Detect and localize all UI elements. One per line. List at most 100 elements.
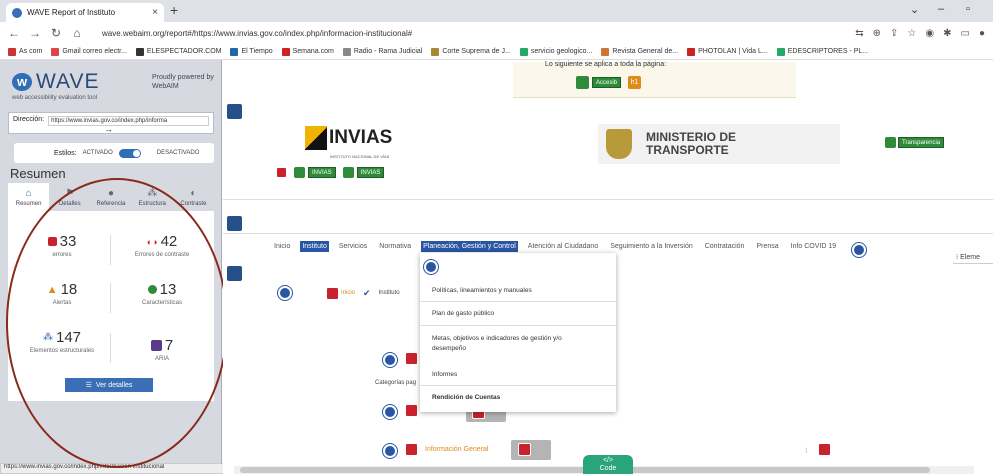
styles-off: DESACTIVADO [156, 150, 200, 156]
submenu-item-1[interactable]: Plan de gasto público [432, 310, 607, 317]
error-icon[interactable] [405, 404, 418, 417]
star-icon[interactable]: ☆ [907, 28, 916, 39]
banner-button-0[interactable]: Accesib [592, 77, 622, 88]
submenu-item-2[interactable]: Metas, objetivos e indicadores de gestió… [432, 334, 597, 354]
code-tab[interactable]: </> Code [583, 455, 633, 474]
left-label: Categorías pag [375, 380, 417, 386]
summary-heading: Resumen [10, 166, 66, 181]
bookmark-10[interactable]: EDESCRIPTORES - PL... [776, 47, 868, 56]
bookmark-2[interactable]: ELESPECTADOR.COM [135, 47, 221, 56]
minimize-icon[interactable]: – [938, 3, 944, 15]
bookmark-3[interactable]: El Tiempo [230, 47, 273, 56]
maximize-icon[interactable]: ▫ [966, 3, 970, 15]
bookmark-0[interactable]: As com [8, 47, 42, 56]
new-tab-icon[interactable]: + [170, 2, 178, 18]
wave-extension-icon[interactable]: ◉ [925, 28, 934, 39]
bookmark-8[interactable]: Revista General de... [601, 47, 678, 56]
coat-of-arms-icon [606, 129, 632, 159]
tab-title: WAVE Report of Instituto [27, 8, 116, 17]
invias-logo[interactable]: INVIAS [305, 126, 392, 150]
forward-icon[interactable]: → [29, 26, 41, 40]
translate-icon[interactable]: ⇆ [855, 28, 863, 39]
wave-page-message: Lo siguiente se aplica a toda la página: [545, 61, 667, 68]
menu-item-instituto[interactable]: Instituto [300, 241, 329, 252]
extensions-icon[interactable]: ✱ [943, 28, 951, 39]
back-icon[interactable]: ← [8, 26, 20, 40]
navigation-icon[interactable] [227, 216, 242, 231]
link-icon[interactable] [294, 167, 305, 178]
header-icons: INVIAS INVIAS [276, 167, 385, 178]
powered-by[interactable]: Proudly powered by WebAIM [152, 73, 216, 91]
reload-icon[interactable]: ↻ [50, 26, 62, 40]
zoom-icon[interactable]: ⊕ [873, 28, 881, 39]
bookmark-9[interactable]: PHOTOLAN | Vida L... [687, 47, 768, 56]
header-button[interactable]: Transparencia [898, 137, 945, 148]
nav-button-1[interactable]: INVIAS [356, 167, 385, 178]
submenu-item-0[interactable]: Políticas, lineamientos y manuales [432, 287, 607, 294]
wave-logo: w WAVE [12, 70, 100, 94]
home-icon: ⌂ [25, 187, 32, 199]
go-arrow-icon[interactable]: → [104, 124, 113, 134]
error-icon[interactable] [405, 443, 418, 456]
region-icon[interactable] [227, 104, 242, 119]
region-circle-icon[interactable] [383, 405, 397, 419]
menu-item-atencion[interactable]: Atención al Ciudadano [526, 241, 600, 252]
bookmark-1[interactable]: Gmail correo electr... [51, 47, 127, 56]
url-field[interactable]: wave.webaim.org/report#/https://www.invi… [92, 29, 846, 38]
share-icon[interactable]: ⇪ [890, 28, 898, 39]
address-input[interactable]: https://www.invias.gov.co/index.php/info… [48, 116, 209, 126]
styles-toggle-row: Estilos: ACTIVADO DESACTIVADO [14, 143, 214, 163]
link-icon[interactable] [885, 137, 896, 148]
page-banner-icons: Accesib h1 [576, 76, 642, 89]
error-icon[interactable] [818, 443, 831, 456]
menu-item-inicio[interactable]: Inicio [272, 241, 292, 252]
bookmark-5[interactable]: Radio - Rama Judicial [342, 47, 422, 56]
region-circle-icon[interactable] [383, 353, 397, 367]
wave-favicon-icon [12, 7, 22, 18]
bookmark-7[interactable]: servicio geologico... [519, 47, 592, 56]
menu-region-icon[interactable] [852, 243, 866, 257]
bookmark-4[interactable]: Semana.com [281, 47, 334, 56]
region-circle-icon[interactable] [383, 444, 397, 458]
error-icon[interactable] [326, 286, 339, 300]
breadcrumb-region-icon[interactable] [278, 286, 292, 300]
home-icon[interactable]: ⌂ [71, 26, 83, 40]
submenu-region-icon[interactable] [424, 260, 438, 274]
invias-chevron-icon [305, 126, 327, 150]
nav-button-0[interactable]: INVIAS [308, 167, 336, 178]
chevron-down-icon[interactable]: ⌄ [910, 3, 919, 16]
styles-toggle[interactable] [118, 148, 141, 158]
h1-icon[interactable]: h1 [628, 76, 642, 89]
info-general-link[interactable]: Información General [425, 446, 488, 453]
tab-summary[interactable]: ⌂ Resumen [8, 183, 50, 211]
profile-icon[interactable]: ● [979, 28, 985, 39]
link-icon[interactable] [342, 167, 354, 178]
language-icon[interactable] [576, 76, 589, 89]
bookmark-6[interactable]: Corte Suprema de J... [431, 47, 511, 56]
menu-item-prensa[interactable]: Prensa [754, 241, 780, 252]
error-flag-icon[interactable] [276, 167, 287, 178]
menu-item-servicios[interactable]: Servicios [337, 241, 369, 252]
error-icon[interactable] [518, 443, 531, 456]
breadcrumb: Inicio ✔ Instituto [278, 286, 400, 300]
menu-item-planeacion[interactable]: Planeación, Gestión y Control [421, 241, 518, 252]
ministry-banner[interactable]: MINISTERIO DE TRANSPORTE [598, 124, 840, 164]
submenu-dropdown: Políticas, lineamientos y manuales Plan … [420, 253, 616, 412]
submenu-item-4[interactable]: Rendición de Cuentas [432, 394, 607, 401]
list-region-icon[interactable] [227, 266, 242, 281]
menu-item-seguimiento[interactable]: Seguimiento a la Inversión [608, 241, 695, 252]
contrast-icon: ◐ [190, 187, 197, 199]
menu-item-contratacion[interactable]: Contratación [703, 241, 747, 252]
error-icon[interactable] [405, 352, 418, 365]
sidebar-icon[interactable]: ▭ [961, 28, 970, 39]
styles-label: Estilos: [54, 149, 77, 157]
styles-state: ACTIVADO [82, 150, 113, 156]
browser-tab[interactable]: WAVE Report of Instituto × [6, 3, 164, 22]
menu-item-covid[interactable]: Info COVID 19 [789, 241, 839, 252]
right-cut-label: ⁝ Eleme [956, 254, 981, 261]
submenu-item-3[interactable]: Informes [432, 371, 607, 378]
menu-item-normativa[interactable]: Normativa [377, 241, 413, 252]
close-tab-icon[interactable]: × [152, 7, 158, 18]
code-icon: </> [602, 457, 614, 464]
menu-dots-icon[interactable]: ⁝ [805, 446, 808, 455]
